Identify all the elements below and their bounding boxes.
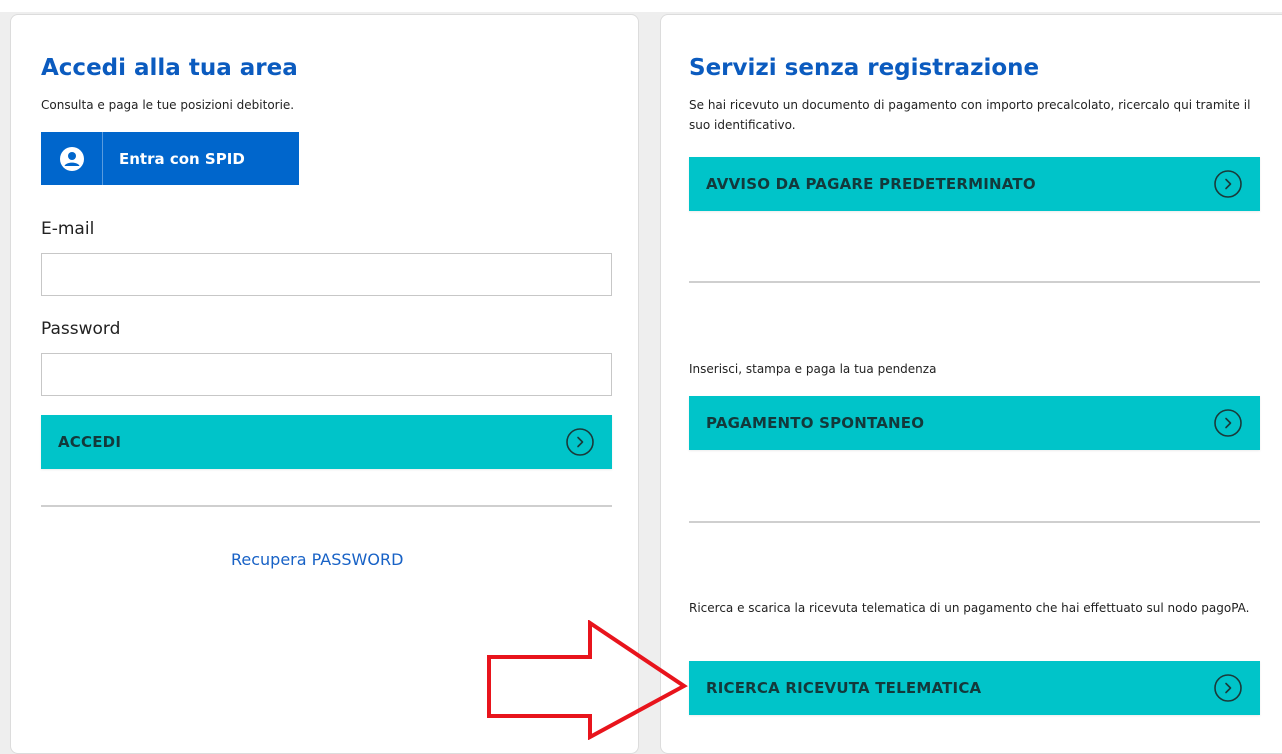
chevron-right-circle-icon bbox=[1213, 169, 1243, 199]
ricerca-ricevuta-button[interactable]: RICERCA RICEVUTA TELEMATICA bbox=[689, 661, 1260, 715]
ricerca-ricevuta-label: RICERCA RICEVUTA TELEMATICA bbox=[706, 679, 982, 697]
login-title: Accedi alla tua area bbox=[41, 55, 298, 81]
services-title: Servizi senza registrazione bbox=[689, 55, 1040, 81]
service-description-3: Ricerca e scarica la ricevuta telematica… bbox=[689, 601, 1250, 615]
pagamento-spontaneo-label: PAGAMENTO SPONTANEO bbox=[706, 414, 925, 432]
service-description-1: Se hai ricevuto un documento di pagament… bbox=[689, 98, 1251, 132]
chevron-right-circle-icon bbox=[565, 427, 595, 457]
chevron-right-circle-icon bbox=[1213, 408, 1243, 438]
pagamento-spontaneo-button[interactable]: PAGAMENTO SPONTANEO bbox=[689, 396, 1260, 450]
password-field[interactable] bbox=[41, 353, 612, 396]
spid-label: Entra con SPID bbox=[119, 149, 245, 168]
accedi-button-label: ACCEDI bbox=[58, 433, 122, 451]
avviso-predeterminato-button[interactable]: AVVISO DA PAGARE PREDETERMINATO bbox=[689, 157, 1260, 211]
services-card: Servizi senza registrazione Se hai ricev… bbox=[660, 14, 1282, 754]
service-description-2: Inserisci, stampa e paga la tua pendenza bbox=[689, 362, 937, 376]
accedi-button[interactable]: ACCEDI bbox=[41, 415, 612, 469]
red-arrow-annotation bbox=[487, 620, 688, 740]
email-field[interactable] bbox=[41, 253, 612, 296]
avviso-predeterminato-label: AVVISO DA PAGARE PREDETERMINATO bbox=[706, 175, 1036, 193]
services-divider-2 bbox=[689, 521, 1260, 523]
password-label: Password bbox=[41, 319, 121, 339]
recover-password-link[interactable]: Recupera PASSWORD bbox=[231, 550, 403, 569]
user-circle-icon bbox=[59, 146, 84, 171]
spid-icon-wrap bbox=[41, 132, 103, 185]
login-description: Consulta e paga le tue posizioni debitor… bbox=[41, 98, 295, 112]
services-divider-1 bbox=[689, 281, 1260, 283]
email-label: E-mail bbox=[41, 219, 95, 239]
login-divider bbox=[41, 505, 612, 507]
chevron-right-circle-icon bbox=[1213, 673, 1243, 703]
top-strip bbox=[0, 0, 1282, 12]
spid-login-button[interactable]: Entra con SPID bbox=[41, 132, 299, 185]
